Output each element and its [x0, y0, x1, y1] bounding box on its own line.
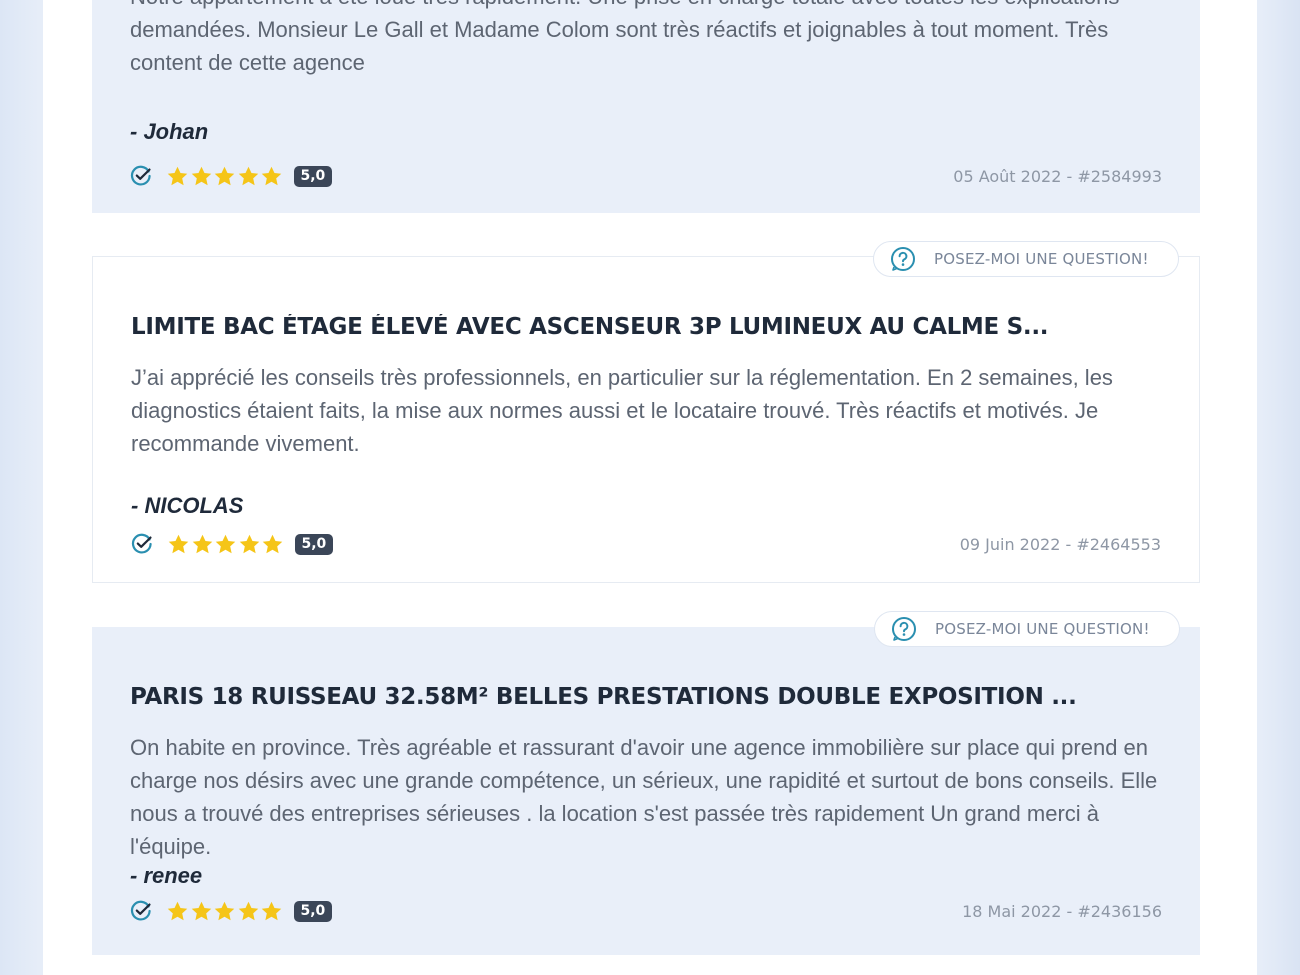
star-icon: [166, 165, 189, 188]
verified-check-icon: [130, 900, 152, 922]
review-author: - Johan: [130, 119, 209, 144]
review-text: On habite en province. Très agréable et …: [130, 735, 1158, 859]
rating-row: 5,0 09 Juin 2022 - #2464553: [131, 531, 1161, 557]
score-badge: 5,0: [294, 533, 334, 555]
verified-check-icon: [130, 165, 152, 187]
ask-question-button[interactable]: POSEZ-MOI UNE QUESTION!: [874, 611, 1180, 647]
star-icon: [260, 900, 283, 923]
star-icon: [213, 900, 236, 923]
star-rating: [167, 533, 285, 556]
review-author: - renee: [130, 863, 203, 888]
review-title[interactable]: PARIS 18 RUISSEAU 32.58M² BELLES PRESTAT…: [130, 684, 1160, 710]
review-meta: 18 Mai 2022 - #2436156: [962, 901, 1162, 921]
star-icon: [191, 533, 214, 556]
score-badge: 5,0: [293, 165, 333, 187]
star-icon: [214, 533, 237, 556]
star-rating: [166, 165, 284, 188]
star-icon: [167, 533, 190, 556]
rating-row: 5,0 05 Août 2022 - #2584993: [130, 163, 1162, 189]
score-badge: 5,0: [293, 900, 333, 922]
review-card: POSEZ-MOI UNE QUESTION! LIMITE BAC ÉTAGE…: [92, 241, 1200, 583]
review-meta: 05 Août 2022 - #2584993: [953, 166, 1162, 186]
ask-question-label: POSEZ-MOI UNE QUESTION!: [934, 250, 1149, 268]
star-icon: [261, 533, 284, 556]
star-rating: [166, 900, 284, 923]
star-icon: [190, 900, 213, 923]
star-icon: [260, 165, 283, 188]
star-icon: [213, 165, 236, 188]
rating-row: 5,0 18 Mai 2022 - #2436156: [130, 898, 1162, 924]
star-icon: [190, 165, 213, 188]
review-author: - NICOLAS: [131, 493, 244, 518]
ask-question-button[interactable]: POSEZ-MOI UNE QUESTION!: [873, 241, 1179, 277]
question-circle-icon: [890, 246, 916, 272]
star-icon: [238, 533, 261, 556]
review-text: J’ai apprécié les conseils très professi…: [131, 365, 1113, 456]
review-card: POSEZ-MOI UNE QUESTION! PARIS 18 RUISSEA…: [92, 611, 1200, 955]
question-circle-icon: [891, 616, 917, 642]
verified-check-icon: [131, 533, 153, 555]
review-card: Notre appartement a été loué très rapide…: [92, 0, 1200, 213]
star-icon: [237, 900, 260, 923]
review-title[interactable]: LIMITE BAC ÉTAGE ÉLEVÉ AVEC ASCENSEUR 3P…: [131, 314, 1159, 340]
star-icon: [166, 900, 189, 923]
review-meta: 09 Juin 2022 - #2464553: [959, 534, 1161, 554]
review-text: Notre appartement a été loué très rapide…: [130, 0, 1119, 75]
ask-question-label: POSEZ-MOI UNE QUESTION!: [935, 620, 1150, 638]
star-icon: [237, 165, 260, 188]
